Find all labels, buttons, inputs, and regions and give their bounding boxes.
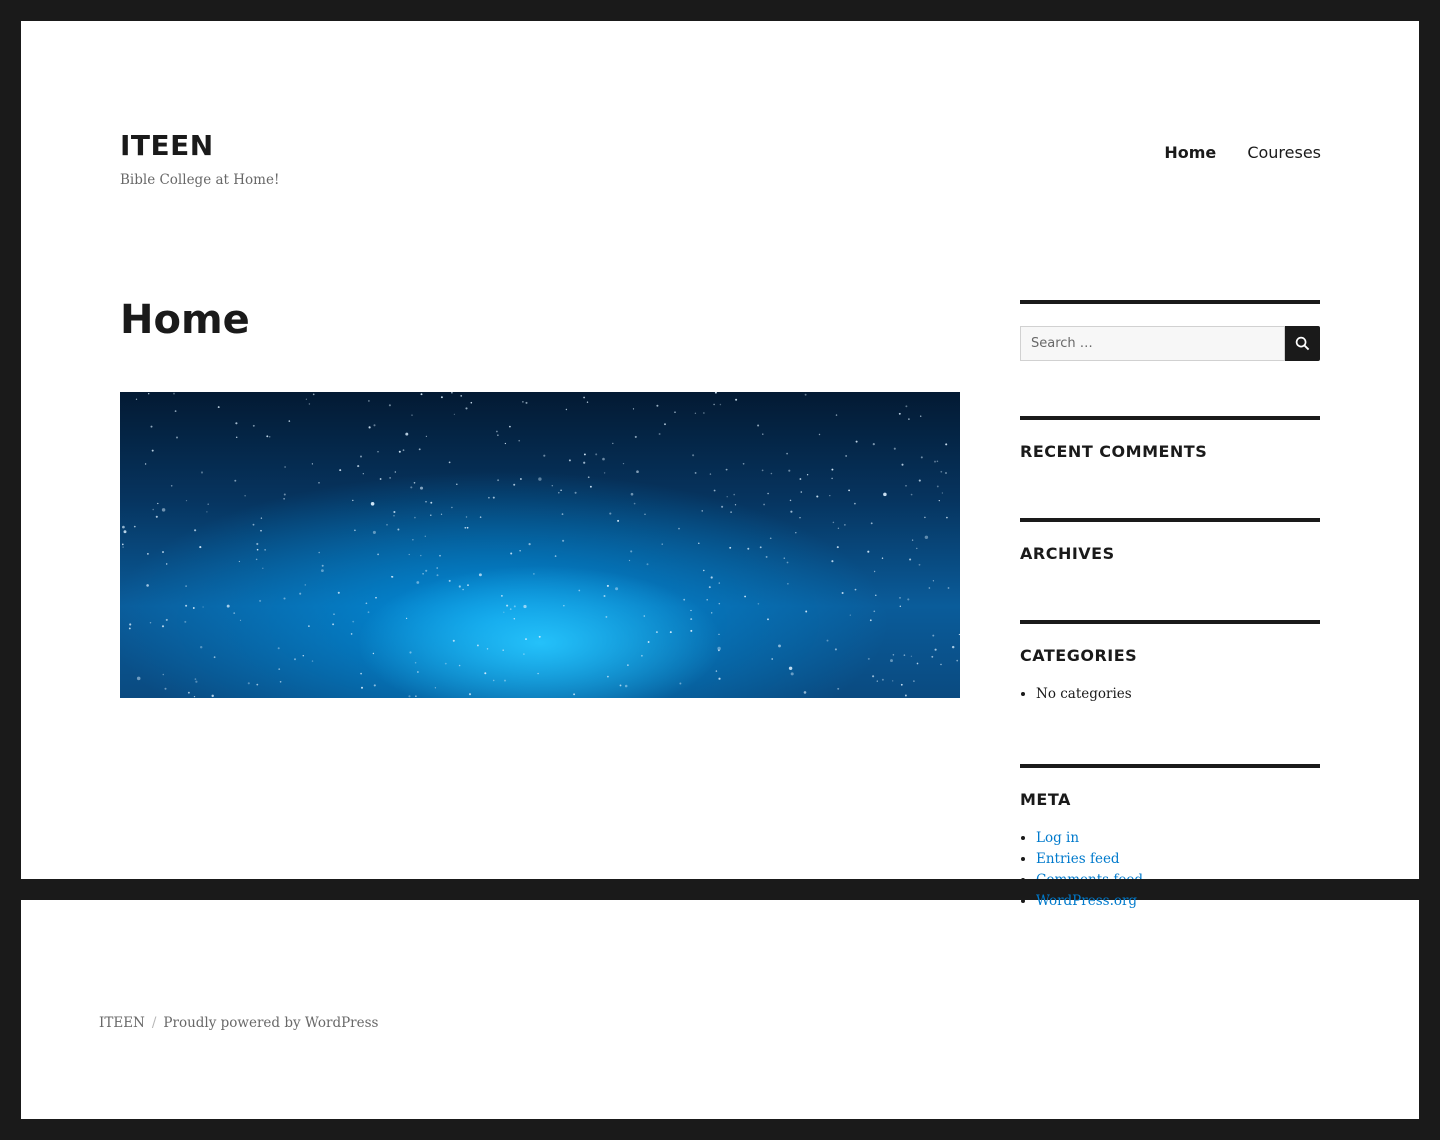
footer-powered-link[interactable]: Proudly powered by WordPress	[163, 1015, 378, 1031]
site-footer: ITEEN / Proudly powered by WordPress	[99, 1015, 378, 1031]
list-item: WordPress.org	[1036, 891, 1320, 912]
list-item: Log in	[1036, 828, 1320, 849]
categories-title: CATEGORIES	[1020, 646, 1138, 665]
page-title: Home	[120, 297, 250, 343]
recent-comments-title: RECENT COMMENTS	[1020, 442, 1208, 461]
site-description: Bible College at Home!	[120, 172, 280, 188]
hero-image	[120, 392, 960, 698]
archives-title: ARCHIVES	[1020, 544, 1115, 563]
categories-list: No categories	[1020, 684, 1320, 705]
meta-title: META	[1020, 790, 1071, 809]
search-button[interactable]	[1285, 326, 1320, 361]
page: ITEEN Bible College at Home! Home Coures…	[21, 21, 1419, 1119]
search-input[interactable]	[1020, 326, 1285, 361]
search-form	[1020, 326, 1320, 361]
categories-widget: CATEGORIES No categories	[1020, 620, 1320, 705]
list-item: Entries feed	[1036, 849, 1320, 870]
meta-login-link[interactable]: Log in	[1036, 830, 1079, 846]
list-item: No categories	[1036, 684, 1320, 705]
recent-comments-widget: RECENT COMMENTS	[1020, 416, 1320, 461]
main-navigation: Home Coureses	[1138, 143, 1321, 162]
meta-list: Log in Entries feed Comments feed WordPr…	[1020, 828, 1320, 912]
site-title[interactable]: ITEEN	[120, 129, 214, 162]
footer-site-name[interactable]: ITEEN	[99, 1015, 145, 1031]
nav-item-coureses[interactable]: Coureses	[1247, 143, 1321, 162]
archives-widget: ARCHIVES	[1020, 518, 1320, 563]
nav-item-home[interactable]: Home	[1164, 143, 1216, 162]
search-icon	[1295, 336, 1310, 351]
meta-wordpress-link[interactable]: WordPress.org	[1036, 893, 1137, 909]
search-widget	[1020, 300, 1320, 361]
starfield-image	[121, 392, 960, 698]
footer-separator: /	[151, 1015, 157, 1031]
meta-entries-feed-link[interactable]: Entries feed	[1036, 851, 1120, 867]
